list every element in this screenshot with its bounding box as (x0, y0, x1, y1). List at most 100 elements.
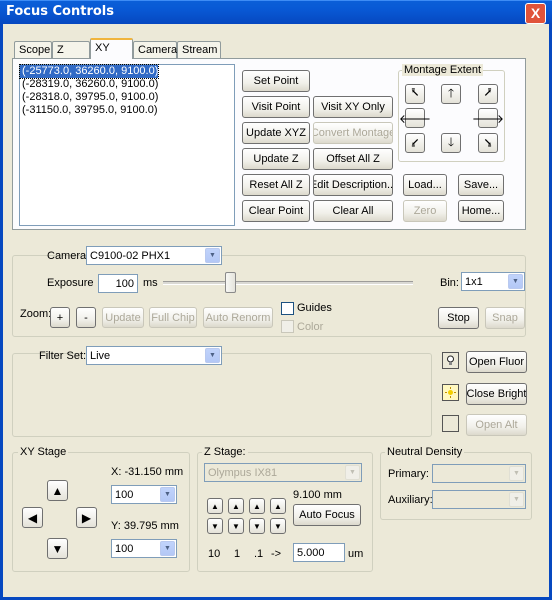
xy-point-list[interactable]: (-25773.0, 36260.0, 9100.0) (-28319.0, 3… (18, 64, 235, 226)
z-device-value: Olympus IX81 (208, 466, 278, 479)
window-title: Focus Controls (6, 4, 114, 19)
x-position-label: X: -31.150 mm (111, 466, 184, 478)
primary-select[interactable]: ▼ (432, 464, 526, 483)
clear-all-button[interactable]: Clear All (313, 200, 393, 222)
title-bar: Focus Controls X (0, 0, 552, 24)
update-z-button[interactable]: Update Z (242, 148, 310, 170)
montage-n-arrow-icon[interactable]: 🡑 (441, 84, 461, 104)
stage-left-arrow-icon[interactable]: ◀ (22, 507, 43, 528)
bin-select[interactable]: 1x1 ▼ (461, 272, 525, 291)
chevron-down-icon[interactable]: ▼ (345, 465, 360, 480)
chevron-down-icon[interactable]: ▼ (509, 466, 524, 481)
auto-renorm-button[interactable]: Auto Renorm (203, 307, 273, 328)
chevron-down-icon[interactable]: ▼ (160, 541, 175, 556)
list-item[interactable]: (-31150.0, 39795.0, 9100.0) (20, 104, 234, 117)
tab-scope[interactable]: Scope (14, 41, 52, 59)
tab-xy[interactable]: XY (90, 38, 133, 59)
neutral-density-group (380, 452, 532, 520)
clear-point-button[interactable]: Clear Point (242, 200, 310, 222)
chevron-down-icon[interactable]: ▼ (160, 487, 175, 502)
stop-button[interactable]: Stop (438, 307, 479, 329)
zoom-label: Zoom: (20, 308, 52, 320)
y-step-value: 100 (115, 542, 134, 555)
tab-stream[interactable]: Stream (177, 41, 221, 59)
close-button[interactable]: X (525, 3, 546, 24)
list-item[interactable]: (-28319.0, 36260.0, 9100.0) (20, 78, 234, 91)
update-xyz-button[interactable]: Update XYZ (242, 122, 310, 144)
x-step-select[interactable]: 100 ▼ (111, 485, 177, 504)
reset-all-z-button[interactable]: Reset All Z (242, 174, 310, 196)
open-alt-button[interactable]: Open Alt (466, 414, 527, 436)
exposure-input[interactable]: 100 (98, 274, 138, 293)
open-fluor-button[interactable]: Open Fluor (466, 351, 527, 373)
edit-description-button[interactable]: Edit Description... (313, 174, 393, 196)
stage-right-arrow-icon[interactable]: ▶ (76, 507, 97, 528)
z-down-step-icon[interactable]: ▼ (270, 518, 286, 534)
z-position-label: 9.100 mm (293, 489, 342, 501)
tab-z[interactable]: Z (52, 41, 90, 59)
zoom-in-button[interactable]: + (50, 307, 70, 328)
chevron-down-icon[interactable]: ▼ (508, 274, 523, 289)
z-device-select[interactable]: Olympus IX81 ▼ (204, 463, 362, 482)
chevron-down-icon[interactable]: ▼ (205, 248, 220, 263)
close-bright-button[interactable]: Close Bright (466, 383, 527, 405)
full-chip-button[interactable]: Full Chip (149, 307, 197, 328)
exposure-unit: ms (143, 277, 158, 289)
z-stage-title: Z Stage: (202, 446, 248, 458)
z-up-step-icon[interactable]: ▲ (270, 498, 286, 514)
list-item[interactable]: (-25773.0, 36260.0, 9100.0) (18, 64, 160, 79)
zero-button[interactable]: Zero (403, 200, 447, 222)
list-item[interactable]: (-28318.0, 39795.0, 9100.0) (20, 91, 234, 104)
offset-all-z-button[interactable]: Offset All Z (313, 148, 393, 170)
update-button[interactable]: Update (102, 307, 144, 328)
primary-label: Primary: (388, 468, 429, 480)
z-down-1-icon[interactable]: ▼ (228, 518, 244, 534)
z-up-1-icon[interactable]: ▲ (228, 498, 244, 514)
tab-camera[interactable]: Camera (133, 41, 177, 59)
guides-checkbox[interactable] (281, 302, 294, 315)
convert-montage-button[interactable]: Convert Montage (313, 122, 393, 144)
montage-nw-arrow-icon[interactable]: ⭶ (405, 84, 425, 104)
chevron-down-icon[interactable]: ▼ (509, 492, 524, 507)
auxiliary-label: Auxiliary: (388, 494, 433, 506)
montage-s-arrow-icon[interactable]: 🡓 (441, 133, 461, 153)
z-up-10-icon[interactable]: ▲ (207, 498, 223, 514)
color-checkbox[interactable] (281, 320, 294, 333)
z-down-0-1-icon[interactable]: ▼ (249, 518, 265, 534)
z-step-1-label: 1 (234, 548, 241, 560)
home-button[interactable]: Home... (458, 200, 504, 222)
load-button[interactable]: Load... (403, 174, 447, 196)
y-position-label: Y: 39.795 mm (111, 520, 179, 532)
z-up-0-1-icon[interactable]: ▲ (249, 498, 265, 514)
z-step-10-label: 10 (208, 548, 221, 560)
auto-focus-button[interactable]: Auto Focus (293, 504, 361, 526)
exposure-slider[interactable] (163, 272, 413, 294)
z-down-10-icon[interactable]: ▼ (207, 518, 223, 534)
z-step-input[interactable]: 5.000 (293, 543, 345, 562)
montage-sw-arrow-icon[interactable]: ⭹ (405, 133, 425, 153)
set-point-button[interactable]: Set Point (242, 70, 310, 92)
exposure-slider-thumb[interactable] (225, 272, 236, 293)
z-step-unit: um (348, 548, 364, 560)
montage-ne-arrow-icon[interactable]: ⭷ (478, 84, 498, 104)
visit-xy-only-button[interactable]: Visit XY Only (313, 96, 393, 118)
neutral-density-title: Neutral Density (385, 446, 465, 458)
auxiliary-select[interactable]: ▼ (432, 490, 526, 509)
y-step-select[interactable]: 100 ▼ (111, 539, 177, 558)
stage-down-arrow-icon[interactable]: ▼ (47, 538, 68, 559)
camera-select[interactable]: C9100-02 PHX1 ▼ (86, 246, 222, 265)
filter-set-select[interactable]: Live ▼ (86, 346, 222, 365)
snap-button[interactable]: Snap (485, 307, 525, 329)
filter-set-label: Filter Set: (39, 350, 87, 362)
z-step-arrow-label: -> (271, 548, 282, 560)
bulb-icon (447, 355, 454, 365)
chevron-down-icon[interactable]: ▼ (205, 348, 220, 363)
bin-label: Bin: (440, 277, 459, 289)
save-button[interactable]: Save... (458, 174, 504, 196)
zoom-out-button[interactable]: - (76, 307, 96, 328)
montage-e-arrow-icon[interactable]: 🡒 (472, 108, 504, 128)
visit-point-button[interactable]: Visit Point (242, 96, 310, 118)
montage-w-arrow-icon[interactable]: 🡐 (399, 108, 431, 128)
stage-up-arrow-icon[interactable]: ▲ (47, 480, 68, 501)
montage-se-arrow-icon[interactable]: ⭸ (478, 133, 498, 153)
